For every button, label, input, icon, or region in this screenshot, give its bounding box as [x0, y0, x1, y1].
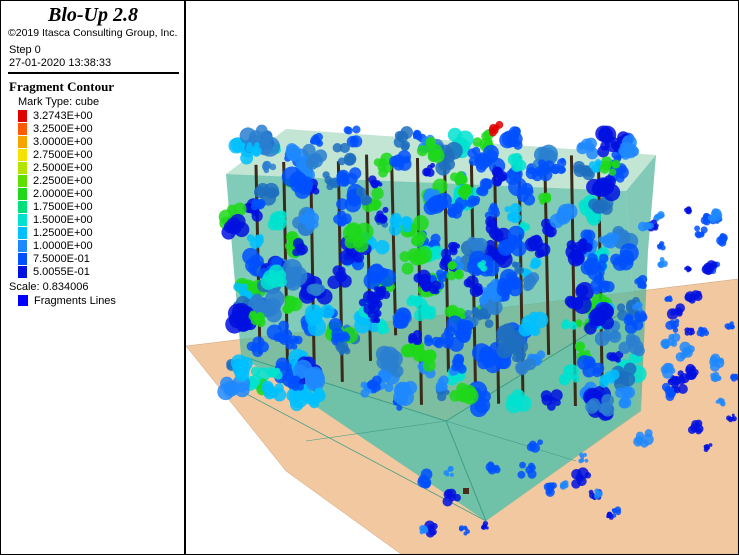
legend-item: 2.0000E+00 [18, 187, 93, 200]
step-label: Step 0 [9, 44, 41, 56]
legend-value: 3.2500E+00 [33, 122, 93, 135]
legend-item: 1.0000E+00 [18, 239, 93, 252]
legend-value: 7.5000E-01 [33, 252, 90, 265]
legend-value: 3.0000E+00 [33, 135, 93, 148]
legend-swatch [18, 265, 27, 278]
legend-value: 1.5000E+00 [33, 213, 93, 226]
copyright-text: ©2019 Itasca Consulting Group, Inc. [8, 27, 178, 39]
legend-swatch [18, 161, 27, 174]
legend-swatch [18, 239, 27, 252]
legend-item: 5.0055E-01 [18, 265, 90, 278]
legend-swatch [18, 135, 27, 148]
legend-value: 1.0000E+00 [33, 239, 93, 252]
timestamp-label: 27-01-2020 13:38:33 [9, 57, 112, 69]
mark-type-label: Mark Type: cube [18, 96, 100, 108]
legend-swatch [18, 226, 27, 239]
legend-value: 2.0000E+00 [33, 187, 93, 200]
legend-value: 5.0055E-01 [33, 265, 90, 278]
legend-item: 1.7500E+00 [18, 200, 93, 213]
legend-value: 2.7500E+00 [33, 148, 93, 161]
legend-swatch [18, 200, 27, 213]
legend-value: 1.7500E+00 [33, 200, 93, 213]
fragments-lines-label: Fragments Lines [34, 294, 116, 307]
legend-item: 1.5000E+00 [18, 213, 93, 226]
legend-swatch [18, 122, 27, 135]
3d-model-view[interactable] [186, 1, 738, 554]
legend-divider [8, 72, 179, 74]
legend-swatch [18, 109, 27, 122]
stemming-marker [463, 488, 469, 494]
plot-window: Blo-Up 2.8 ©2019 Itasca Consulting Group… [0, 0, 739, 555]
legend-panel: Blo-Up 2.8 ©2019 Itasca Consulting Group… [2, 2, 184, 553]
fragments-lines-legend: Fragments Lines [18, 294, 116, 307]
legend-swatch [18, 252, 27, 265]
legend-item: 2.5000E+00 [18, 161, 93, 174]
legend-title: Fragment Contour [9, 79, 115, 94]
legend-item: 7.5000E-01 [18, 252, 90, 265]
legend-swatch [18, 187, 27, 200]
app-title: Blo-Up 2.8 [48, 4, 138, 26]
legend-item: 2.2500E+00 [18, 174, 93, 187]
legend-swatch [18, 213, 27, 226]
legend-item: 3.0000E+00 [18, 135, 93, 148]
legend-swatch [18, 174, 27, 187]
legend-swatch [18, 148, 27, 161]
fragments-lines-swatch [18, 295, 28, 306]
legend-value: 2.5000E+00 [33, 161, 93, 174]
legend-item: 3.2743E+00 [18, 109, 93, 122]
legend-value: 3.2743E+00 [33, 109, 93, 122]
scale-label: Scale: 0.834006 [9, 281, 89, 293]
legend-item: 3.2500E+00 [18, 122, 93, 135]
legend-value: 2.2500E+00 [33, 174, 93, 187]
legend-value: 1.2500E+00 [33, 226, 93, 239]
legend-item: 1.2500E+00 [18, 226, 93, 239]
legend-item: 2.7500E+00 [18, 148, 93, 161]
